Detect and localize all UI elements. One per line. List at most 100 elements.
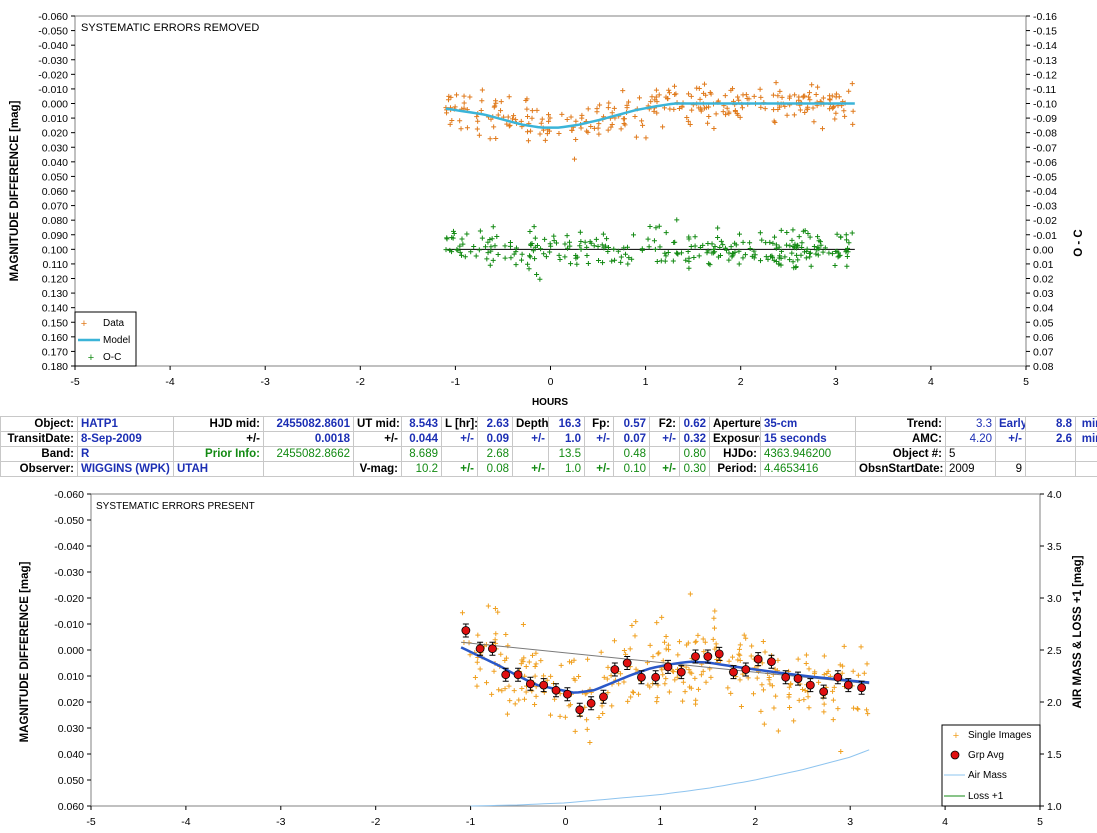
- bottom-plot-area: [90, 493, 1041, 807]
- obs-day-value: 8: [1075, 461, 1097, 477]
- y-tick-label: 0.080: [42, 215, 68, 227]
- x-tick-label: -5: [86, 816, 95, 828]
- y-tick-label: -0.010: [54, 619, 84, 631]
- grp-avg-point: [805, 680, 815, 690]
- object-num-value: 5: [945, 446, 996, 462]
- y-tick-label: 0.000: [58, 645, 84, 657]
- object-label: Object:: [0, 416, 78, 432]
- vmag-pm-label: +/-: [441, 461, 478, 477]
- y-tick-label: 0.120: [42, 274, 68, 286]
- grp-avg-point: [676, 667, 686, 677]
- y2-tick-label: -0.15: [1033, 26, 1057, 38]
- y2-tick-label: 0.03: [1033, 288, 1054, 300]
- top-x-axis-label: HOURS: [532, 397, 568, 408]
- ut-mid-label: UT mid:: [353, 416, 402, 432]
- depth-label: Depth:: [512, 416, 549, 432]
- y-tick-label: -0.020: [54, 593, 84, 605]
- info-row-4: Observer: WIGGINS (WPK) UTAH V-mag: 10.2…: [0, 461, 1097, 477]
- row3-spacer-2: [441, 446, 478, 462]
- bottom-chart: SYSTEMATIC ERRORS PRESENT -0.060-0.050-0…: [19, 489, 1084, 828]
- vmag-label: V-mag:: [353, 461, 402, 477]
- prior-depth-value: 13.5: [548, 446, 585, 462]
- top-y2-axis: -0.16 -0.15 -0.14 -0.13 -0.12 -0.11 -0.10 -0.09…: [1026, 11, 1057, 373]
- grp-avg-point: [488, 644, 497, 654]
- band-value: R: [77, 446, 174, 462]
- vmag-err-value: 0.08: [477, 461, 513, 477]
- f2-label: F2:: [649, 416, 680, 432]
- bottom-chart-title: SYSTEMATIC ERRORS PRESENT: [96, 501, 255, 512]
- prior-f2-value: 0.80: [679, 446, 710, 462]
- grp-avg-point: [833, 672, 843, 682]
- prior-hjd-value: 2455082.8662: [263, 446, 354, 462]
- y2-tick-label: 0.07: [1033, 346, 1054, 358]
- y-tick-label: -0.010: [38, 84, 68, 96]
- grp-avg-point: [843, 680, 853, 690]
- x-tick-label: 0: [563, 816, 569, 828]
- y-tick-label: 0.110: [43, 259, 69, 271]
- y2-tick-label: 0.01: [1033, 259, 1054, 271]
- y2-tick-label: 0.08: [1033, 361, 1054, 373]
- y2-tick-label: -0.09: [1033, 113, 1057, 125]
- y2-tick-label: 0.06: [1033, 332, 1054, 344]
- obs-start-label: ObsnStartDate:: [855, 461, 946, 477]
- top-x-axis: -5 -4 -3 -2 -1 0 1 2 3 4 5: [70, 366, 1029, 388]
- row3-spacer-6: [995, 446, 1026, 462]
- grp-avg-point: [461, 626, 471, 635]
- x-tick-label: -3: [276, 816, 285, 828]
- info-row-3: Band: R Prior Info: 2455082.8662 8.689 2…: [0, 446, 1097, 462]
- vmag-err3-value: 0.10: [613, 461, 650, 477]
- y-tick-label: -0.050: [54, 515, 84, 527]
- fp-label: Fp:: [584, 416, 614, 432]
- grp-avg-point: [729, 667, 738, 677]
- legend-airmass-label: Air Mass: [968, 770, 1007, 781]
- object-value: HATP1: [77, 416, 174, 432]
- ut-err-value: 0.044: [401, 431, 442, 447]
- l-err-value: 0.09: [477, 431, 513, 447]
- x-tick-label: -2: [371, 816, 380, 828]
- y-tick-label: 0.090: [42, 230, 68, 242]
- bottom-y-axis-label: MAGNITUDE DIFFERENCE [mag]: [19, 561, 31, 742]
- depth-err-value: 1.0: [548, 431, 585, 447]
- f2-pm-label: +/-: [649, 431, 680, 447]
- y2-tick-label: -0.14: [1033, 40, 1057, 52]
- grp-avg-point: [793, 674, 803, 684]
- y-tick-label: -0.040: [54, 541, 84, 553]
- y2-tick-label: 1.5: [1047, 749, 1062, 761]
- amc-value: 4.20: [945, 431, 996, 447]
- y-tick-label: 0.050: [58, 775, 84, 787]
- early-unit: min: [1075, 416, 1097, 432]
- prior-l-value: 2.68: [477, 446, 513, 462]
- bottom-y-axis: -0.060 -0.050 -0.040 -0.030 -0.020 -0.010 0.00…: [54, 489, 91, 813]
- l-hr-value: 2.63: [477, 416, 513, 432]
- y-tick-label: 0.160: [42, 332, 68, 344]
- depth-value: 16.3: [548, 416, 585, 432]
- y-tick-label: 0.000: [42, 99, 68, 111]
- period-label: Period:: [709, 461, 761, 477]
- grp-avg-point: [857, 683, 866, 693]
- legend-oc-marker: +: [88, 352, 94, 364]
- grp-avg-point: [575, 705, 585, 715]
- y2-tick-label: 0.02: [1033, 274, 1054, 286]
- grp-avg-point: [753, 654, 763, 664]
- aperture-value: 35-cm: [760, 416, 856, 432]
- exposure-value: 15 seconds: [760, 431, 856, 447]
- y-tick-label: 0.040: [42, 157, 68, 169]
- bottom-x-axis: -5 -4 -3 -2 -1 0 1 2 3 4 5: [86, 806, 1043, 828]
- y-tick-label: 0.020: [58, 697, 84, 709]
- x-tick-label: 2: [738, 376, 744, 388]
- x-tick-label: 2: [752, 816, 758, 828]
- grp-avg-point: [586, 698, 596, 708]
- y-tick-label: 0.140: [42, 303, 68, 315]
- y-tick-label: 0.020: [42, 128, 68, 140]
- info-row-1: Object: HATP1 HJD mid: 2455082.8601 UT m…: [0, 416, 1097, 432]
- y2-tick-label: -0.12: [1033, 69, 1057, 81]
- transit-date-label: TransitDate:: [0, 431, 78, 447]
- prior-ut-value: 8.689: [401, 446, 442, 462]
- row3-spacer-1: [353, 446, 402, 462]
- depth-pm-label: +/-: [512, 431, 549, 447]
- legend-single-label: Single Images: [968, 730, 1031, 741]
- grp-avg-point: [741, 665, 751, 674]
- y2-tick-label: -0.01: [1033, 230, 1057, 242]
- info-row-2: TransitDate: 8-Sep-2009 +/- 0.0018 +/- 0…: [0, 431, 1097, 447]
- x-tick-label: 4: [928, 376, 934, 388]
